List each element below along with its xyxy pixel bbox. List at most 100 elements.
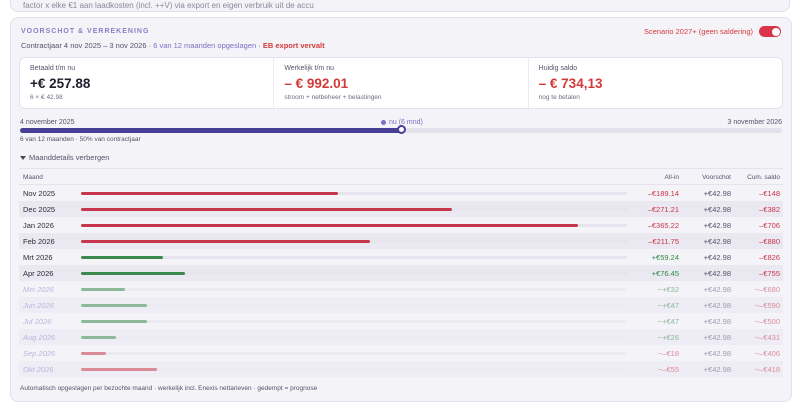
row-cum-saldo: ~–€431	[754, 333, 780, 342]
summary-note: stroom + netbeheer + belastingen	[284, 94, 382, 101]
row-bar	[81, 208, 453, 211]
row-bar-track	[81, 256, 627, 259]
row-voorschot: +€42.98	[703, 349, 731, 358]
col-header-voorschot: Voorschot	[702, 174, 731, 181]
table-header: Maand All-in Voorschot Cum. saldo	[19, 168, 783, 185]
row-allin: ~+€47	[657, 301, 679, 310]
row-allin: –€271.21	[647, 205, 679, 214]
eb-export-warning: EB export vervalt	[262, 41, 325, 50]
row-bar-track	[81, 272, 627, 275]
col-header-month: Maand	[23, 174, 43, 181]
row-bar	[81, 336, 117, 339]
month-details-toggle-label: Maanddetails verbergen	[29, 153, 110, 162]
row-bar	[81, 304, 147, 307]
timeline-start: 4 november 2025	[20, 119, 75, 126]
row-cum-saldo: ~–€418	[754, 365, 780, 374]
table-row: Mei 2026 ~+€32 +€42.98 ~–€680	[19, 281, 783, 297]
row-cum-saldo: –€880	[759, 237, 780, 246]
timeline-end: 3 november 2026	[727, 119, 782, 126]
table-row: Nov 2025 –€189.14 +€42.98 –€148	[19, 185, 783, 201]
subtitle-separator: ·	[256, 41, 263, 50]
summary-value: +€ 257.88	[30, 76, 91, 91]
table-row: Aug 2026 ~+€26 +€42.98 ~–€431	[19, 329, 783, 345]
now-dot-icon	[381, 120, 386, 125]
row-month: Mrt 2026	[23, 253, 53, 262]
row-voorschot: +€42.98	[703, 365, 731, 374]
summary-label: Huidig saldo	[538, 65, 578, 72]
timeline-caption: 6 van 12 maanden · 50% van contractjaar	[20, 136, 141, 143]
table-row: Feb 2026 –€211.75 +€42.98 –€880	[19, 233, 783, 249]
scenario-toggle-group: Scenario 2027+ (geen saldering)	[644, 26, 781, 37]
month-details-toggle[interactable]: Maanddetails verbergen	[20, 153, 109, 162]
row-allin: +€76.45	[651, 269, 679, 278]
scenario-label: Scenario 2027+ (geen saldering)	[643, 27, 753, 36]
col-header-cum-saldo: Cum. saldo	[747, 174, 780, 181]
row-allin: ~–€18	[657, 349, 679, 358]
card-subtitle: Contractjaar 4 nov 2025 – 3 nov 2026 · 6…	[21, 41, 325, 50]
row-cum-saldo: ~–€680	[754, 285, 780, 294]
summary-value: – € 992.01	[284, 76, 349, 91]
row-bar-track	[81, 208, 627, 211]
timeline-progress-fill	[20, 128, 401, 133]
row-bar	[81, 320, 147, 323]
card-title: VOORSCHOT & VERREKENING	[21, 28, 150, 35]
table-row: Jun 2026 ~+€47 +€42.98 ~–€590	[19, 297, 783, 313]
row-voorschot: +€42.98	[703, 205, 731, 214]
month-details-table: Maand All-in Voorschot Cum. saldo Nov 20…	[19, 168, 783, 377]
row-bar-track	[81, 336, 627, 339]
row-allin: –€211.75	[648, 237, 679, 246]
table-row: Jul 2026 ~+€47 +€42.98 ~–€500	[19, 313, 783, 329]
row-bar-track	[81, 192, 627, 195]
row-bar	[81, 272, 185, 275]
row-allin: ~+€47	[657, 317, 679, 326]
row-voorschot: +€42.98	[703, 237, 731, 246]
row-bar-track	[81, 288, 627, 291]
row-allin: –€365.22	[647, 221, 679, 230]
row-bar	[81, 352, 106, 355]
row-bar-track	[81, 224, 627, 227]
row-voorschot: +€42.98	[703, 285, 731, 294]
table-row: Dec 2025 –€271.21 +€42.98 –€382	[19, 201, 783, 217]
row-month: Nov 2025	[23, 189, 56, 198]
row-month: Mei 2026	[23, 285, 54, 294]
table-row: Jan 2026 –€365.22 +€42.98 –€706	[19, 217, 783, 233]
timeline-progress-bar	[20, 125, 782, 134]
row-voorschot: +€42.98	[703, 301, 731, 310]
summary-saldo: Huidig saldo – € 734,13 nog te betalen	[529, 58, 782, 108]
row-allin: ~–€55	[657, 365, 679, 374]
timeline-now-handle	[396, 125, 406, 134]
table-row: Apr 2026 +€76.45 +€42.98 –€755	[19, 265, 783, 281]
row-cum-saldo: ~–€500	[754, 317, 780, 326]
row-allin: ~+€26	[657, 333, 679, 342]
row-bar	[81, 256, 163, 259]
row-voorschot: +€42.98	[703, 253, 731, 262]
table-body: Nov 2025 –€189.14 +€42.98 –€148 Dec 2025 –€27…	[19, 185, 783, 377]
row-voorschot: +€42.98	[703, 189, 731, 198]
row-bar-track	[81, 320, 627, 323]
row-voorschot: +€42.98	[703, 221, 731, 230]
contract-period: Contractjaar 4 nov 2025 – 3 nov 2026	[21, 41, 147, 50]
row-month: Okt 2026	[23, 365, 54, 374]
row-cum-saldo: –€706	[759, 221, 780, 230]
row-voorschot: +€42.98	[703, 333, 731, 342]
summary-label: Betaald t/m nu	[30, 65, 76, 72]
scenario-toggle[interactable]	[759, 26, 781, 37]
summary-note: nog te betalen	[538, 94, 580, 101]
row-bar-track	[81, 240, 627, 243]
row-month: Jun 2026	[23, 301, 54, 310]
table-row: Sep 2026 ~–€18 +€42.98 ~–€406	[19, 345, 783, 361]
previous-card-fragment: factor x elke €1 aan laadkosten (incl. +…	[10, 0, 790, 12]
row-cum-saldo: ~–€590	[754, 301, 780, 310]
voorschot-verrekening-card: VOORSCHOT & VERREKENING Contractjaar 4 n…	[10, 17, 792, 402]
row-voorschot: +€42.98	[703, 317, 731, 326]
summary-note: 6 × € 42.98	[30, 94, 63, 101]
summary-betaald: Betaald t/m nu +€ 257.88 6 × € 42.98	[20, 58, 275, 108]
row-cum-saldo: –€382	[759, 205, 780, 214]
row-bar	[81, 224, 578, 227]
row-cum-saldo: –€148	[759, 189, 780, 198]
summary-panel: Betaald t/m nu +€ 257.88 6 × € 42.98 Wer…	[19, 57, 783, 109]
row-bar	[81, 288, 125, 291]
row-bar-track	[81, 352, 627, 355]
toggle-knob	[771, 27, 780, 36]
row-voorschot: +€42.98	[703, 269, 731, 278]
